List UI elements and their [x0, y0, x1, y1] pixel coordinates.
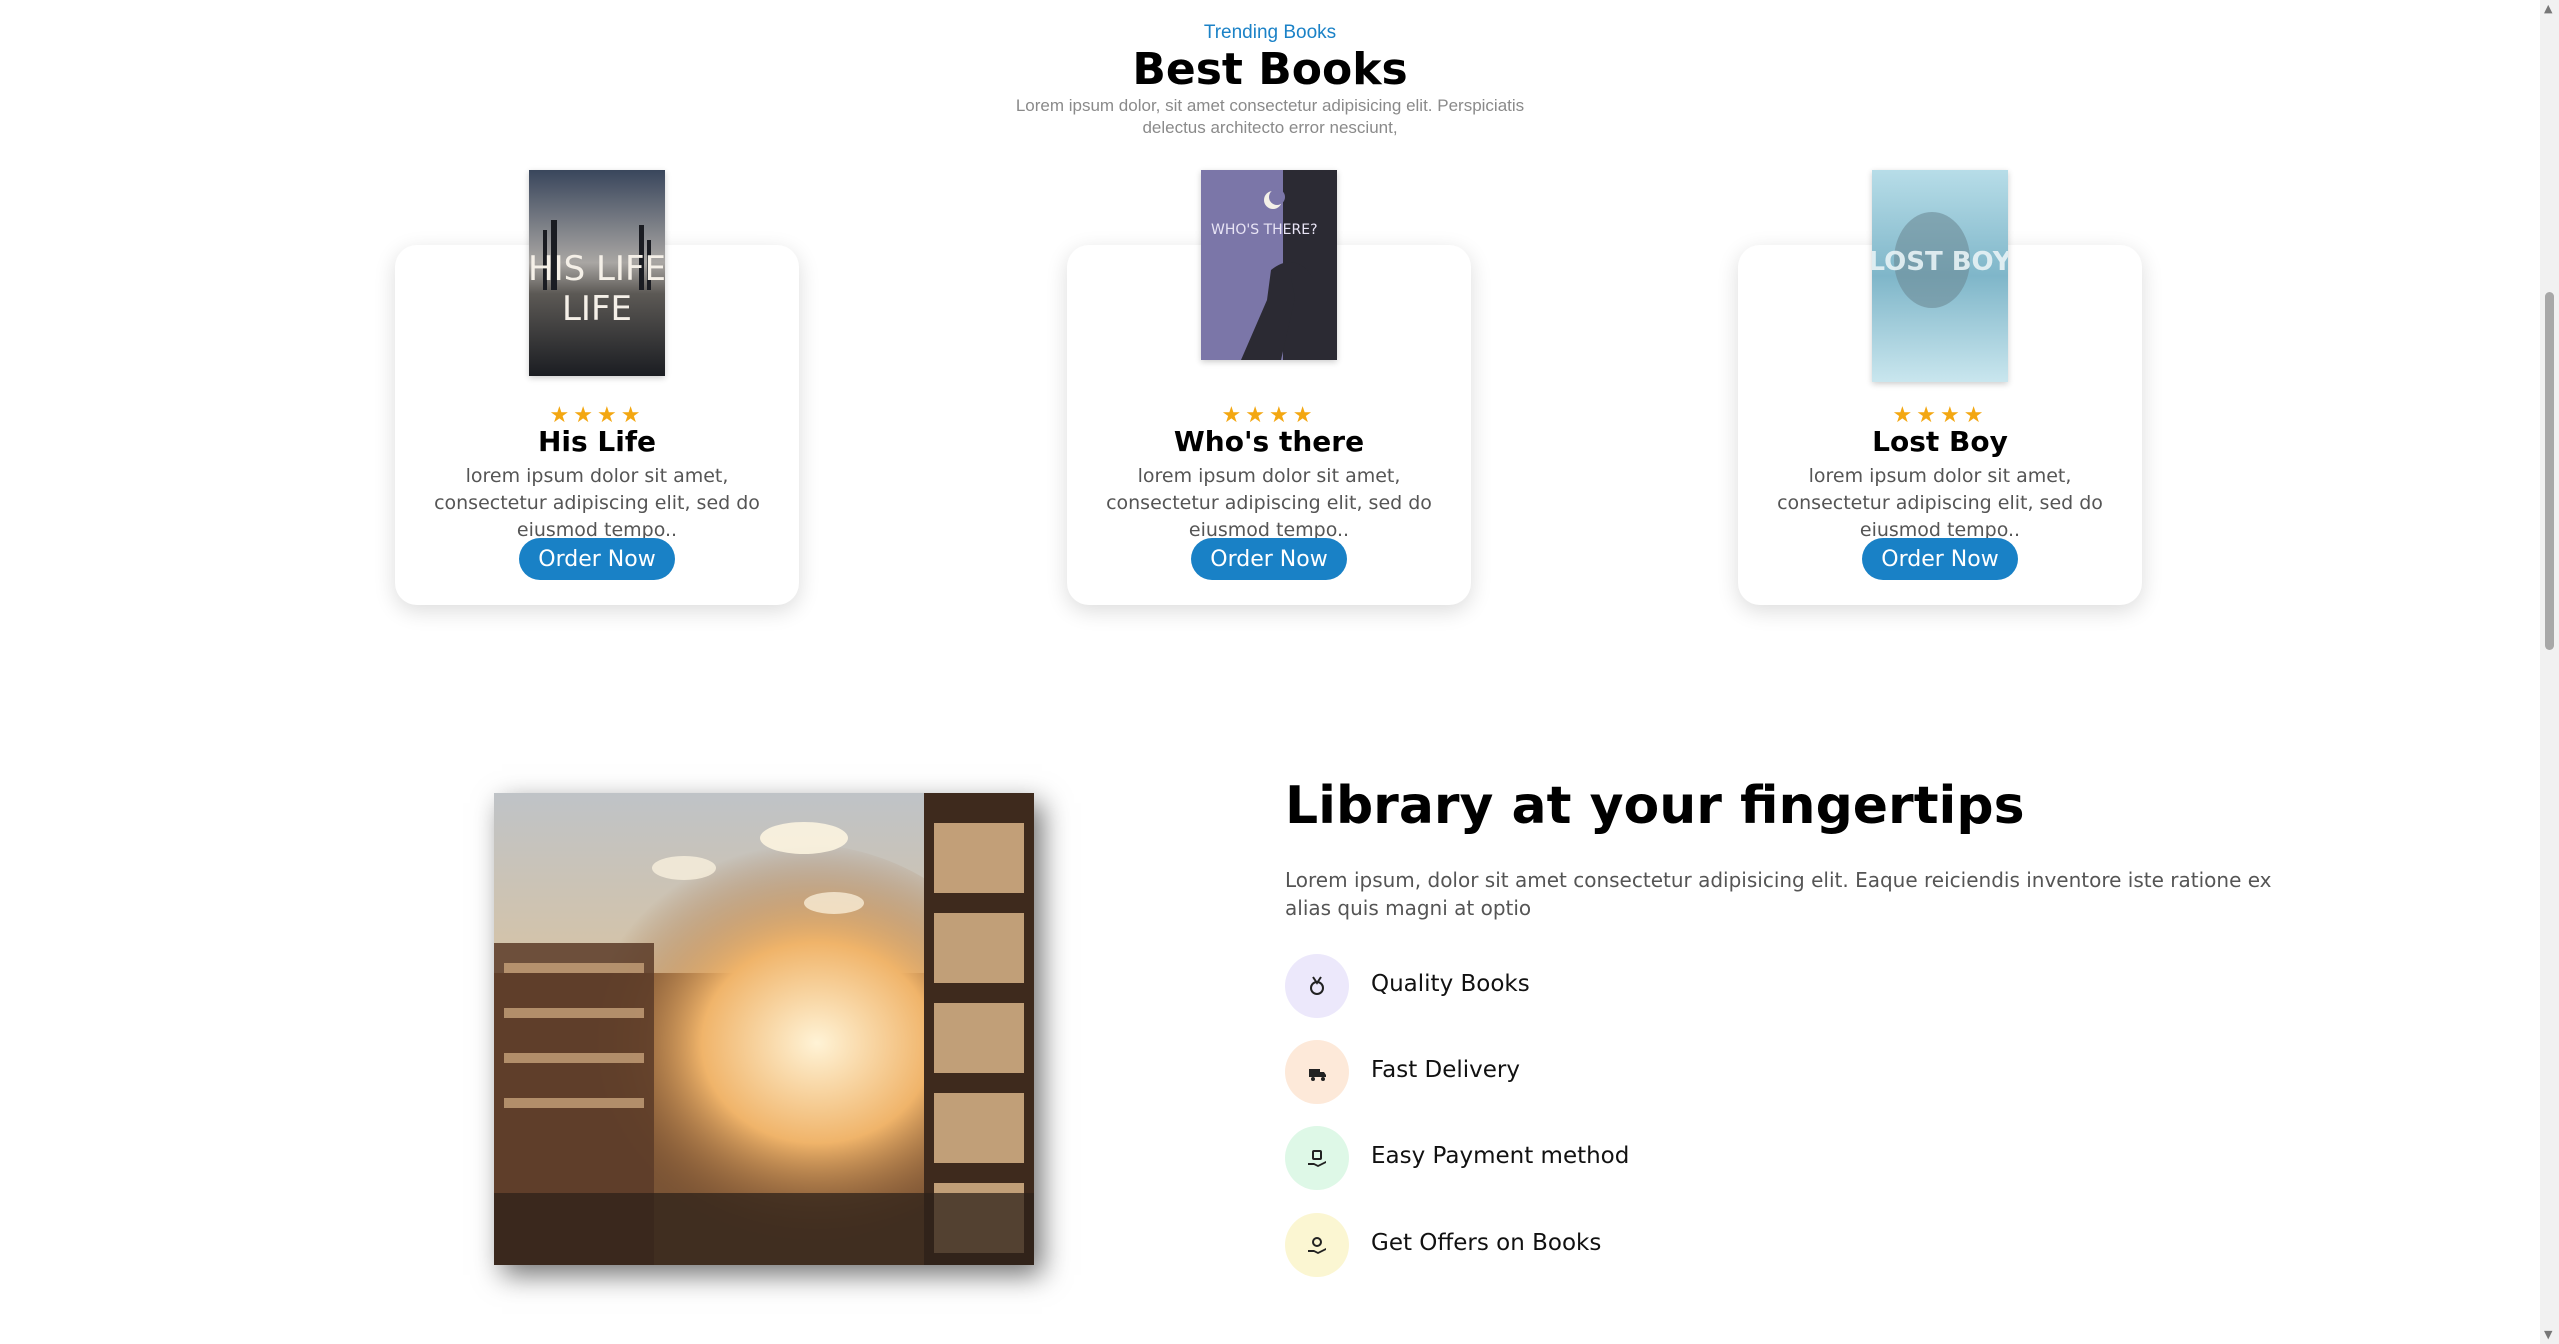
book-card: LOST BOY ★★★★ Lost Boy lorem ipsum dolor… — [1738, 170, 2142, 605]
feature-label: Fast Delivery — [1371, 1057, 1520, 1083]
library-title: Library at your fingertips — [1285, 776, 2025, 836]
order-now-button[interactable]: Order Now — [1191, 538, 1347, 580]
vertical-scrollbar[interactable]: ▲ ▼ — [2540, 0, 2559, 1344]
book-cover-whos-there: WHO'S THERE? — [1201, 170, 1337, 360]
book-title: Who's there — [1173, 425, 1365, 458]
order-now-button[interactable]: Order Now — [1862, 538, 2018, 580]
book-description: lorem ipsum dolor sit amet, consectetur … — [1106, 465, 1432, 541]
book-card: WHO'S THERE? ★★★★ Who's there lorem ipsu… — [1067, 170, 1471, 605]
section-title: Best Books — [1132, 44, 1408, 95]
library-blur-image — [494, 793, 1034, 1265]
scrollbar-thumb[interactable] — [2545, 292, 2554, 650]
library-photo — [494, 793, 1034, 1265]
book-cover-his-life: HIS LIFE LIFE — [529, 170, 665, 376]
cover-title: HIS LIFE — [529, 249, 665, 289]
feature-label: Easy Payment method — [1371, 1143, 1630, 1169]
order-now-button[interactable]: Order Now — [519, 538, 675, 580]
library-description: Lorem ipsum, dolor sit amet consectetur … — [1285, 868, 2272, 920]
payment-icon — [1285, 1126, 1349, 1190]
book-title: His Life — [537, 425, 657, 458]
book-card: HIS LIFE LIFE ★★★★ His Life lorem ipsum … — [395, 170, 799, 605]
feature-label: Get Offers on Books — [1371, 1230, 1602, 1256]
delivery-icon — [1285, 1040, 1349, 1104]
cover-title: LOST BOY — [1872, 247, 2008, 277]
scroll-up-icon[interactable]: ▲ — [2544, 2, 2552, 15]
book-description: lorem ipsum dolor sit amet, consectetur … — [434, 465, 760, 541]
scroll-down-icon[interactable]: ▼ — [2544, 1328, 2552, 1341]
section-subtitle: Lorem ipsum dolor, sit amet consectetur … — [1015, 96, 1525, 137]
book-title: Lost Boy — [1872, 425, 2008, 458]
cover-title: WHO'S THERE? — [1211, 222, 1318, 238]
offer-icon — [1285, 1213, 1349, 1277]
book-cover-lost-boy: LOST BOY — [1872, 170, 2008, 382]
svg-text:LIFE: LIFE — [562, 289, 632, 329]
book-description: lorem ipsum dolor sit amet, consectetur … — [1777, 465, 2103, 541]
feature-label: Quality Books — [1371, 971, 1530, 997]
medal-icon — [1285, 954, 1349, 1018]
section-eyebrow: Trending Books — [1203, 22, 1337, 43]
